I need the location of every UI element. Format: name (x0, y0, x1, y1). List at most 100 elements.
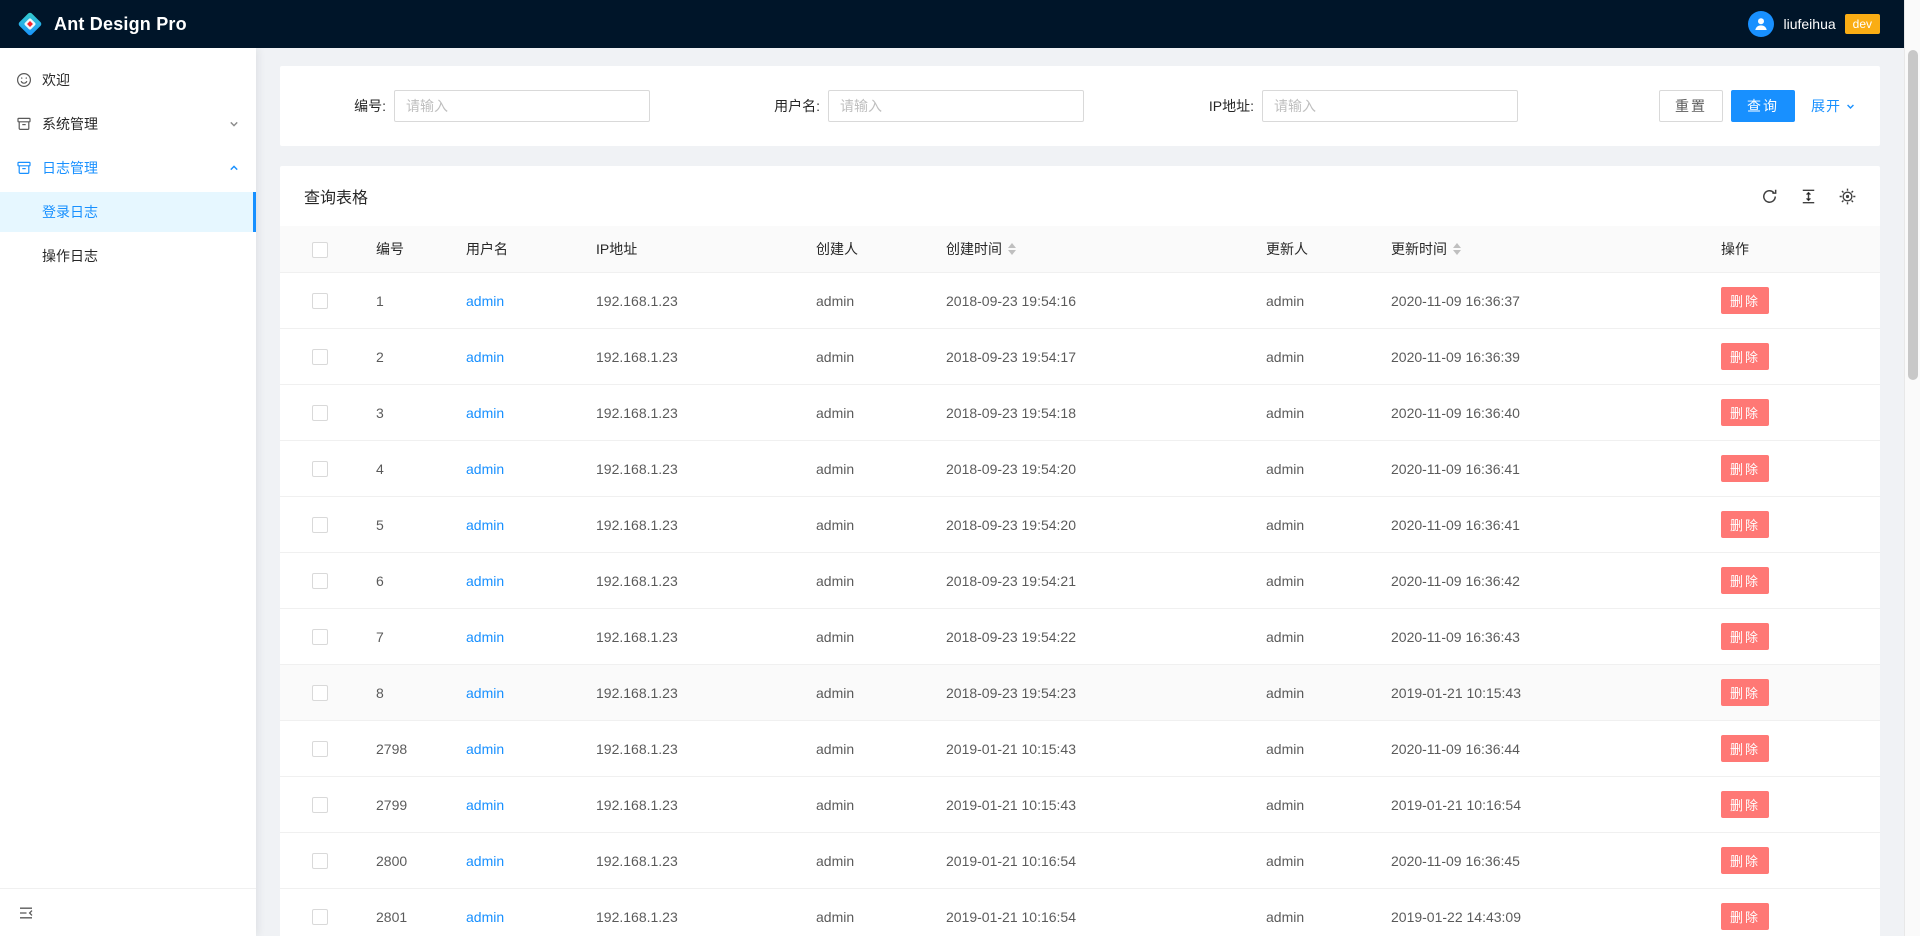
delete-button[interactable]: 删除 (1721, 847, 1769, 874)
column-header-updated[interactable]: 更新时间 (1375, 226, 1705, 273)
menu-label: 操作日志 (42, 246, 98, 266)
username-link[interactable]: admin (466, 797, 504, 813)
cell-id: 7 (360, 609, 450, 665)
search-filter-card: 编号: 用户名: IP地址: 重置 查询 展开 (280, 66, 1880, 146)
sidebar-item-welcome[interactable]: 欢迎 (0, 60, 256, 100)
cell-ip: 192.168.1.23 (580, 721, 800, 777)
main-content: 编号: 用户名: IP地址: 重置 查询 展开 (256, 0, 1920, 936)
box-icon (16, 116, 32, 132)
username-link[interactable]: admin (466, 629, 504, 645)
row-checkbox[interactable] (312, 461, 328, 477)
username-link[interactable]: admin (466, 685, 504, 701)
delete-button[interactable]: 删除 (1721, 343, 1769, 370)
username-link[interactable]: admin (466, 461, 504, 477)
ip-input[interactable] (1262, 90, 1518, 122)
filter-actions: 重置 查询 展开 (1659, 90, 1856, 122)
row-checkbox[interactable] (312, 629, 328, 645)
row-checkbox[interactable] (312, 293, 328, 309)
username-link[interactable]: admin (466, 853, 504, 869)
table-row: 2800admin192.168.1.23admin2019-01-21 10:… (280, 833, 1880, 889)
row-checkbox[interactable] (312, 685, 328, 701)
sidebar-item-system-management[interactable]: 系统管理 (0, 104, 256, 144)
form-item-id: 编号: (304, 90, 738, 122)
sidebar-item-log-management[interactable]: 日志管理 (0, 148, 256, 188)
app-logo-icon (16, 10, 44, 38)
row-checkbox[interactable] (312, 741, 328, 757)
chevron-up-icon (228, 162, 240, 174)
row-checkbox[interactable] (312, 573, 328, 589)
row-checkbox[interactable] (312, 517, 328, 533)
sidebar-item-login-log[interactable]: 登录日志 (0, 192, 256, 232)
cell-ip: 192.168.1.23 (580, 609, 800, 665)
delete-button[interactable]: 删除 (1721, 791, 1769, 818)
user-menu[interactable]: liufeihua dev (1748, 11, 1880, 37)
cell-ip: 192.168.1.23 (580, 329, 800, 385)
username-link[interactable]: admin (466, 741, 504, 757)
cell-updater: admin (1250, 385, 1375, 441)
cell-id: 2801 (360, 889, 450, 936)
table-body: 1admin192.168.1.23admin2018-09-23 19:54:… (280, 273, 1880, 936)
cell-id: 4 (360, 441, 450, 497)
row-checkbox[interactable] (312, 853, 328, 869)
cell-id: 6 (360, 553, 450, 609)
form-item-ip: IP地址: (1172, 90, 1606, 122)
table-row: 4admin192.168.1.23admin2018-09-23 19:54:… (280, 441, 1880, 497)
collapse-sidebar-icon[interactable] (18, 905, 34, 921)
sorter-icon[interactable] (1453, 243, 1461, 255)
app-logo[interactable]: Ant Design Pro (16, 10, 187, 38)
reload-icon[interactable] (1761, 188, 1778, 205)
cell-updated: 2019-01-21 10:15:43 (1375, 665, 1705, 721)
column-header-created[interactable]: 创建时间 (930, 226, 1250, 273)
cell-created: 2019-01-21 10:16:54 (930, 889, 1250, 936)
table-row: 3admin192.168.1.23admin2018-09-23 19:54:… (280, 385, 1880, 441)
cell-updater: admin (1250, 273, 1375, 329)
delete-button[interactable]: 删除 (1721, 679, 1769, 706)
cell-updated: 2020-11-09 16:36:41 (1375, 441, 1705, 497)
table-title: 查询表格 (304, 184, 368, 208)
username-link[interactable]: admin (466, 405, 504, 421)
reset-button[interactable]: 重置 (1659, 90, 1723, 122)
delete-button[interactable]: 删除 (1721, 399, 1769, 426)
scrollbar[interactable] (1904, 0, 1920, 936)
sidebar-item-operation-log[interactable]: 操作日志 (0, 236, 256, 276)
delete-button[interactable]: 删除 (1721, 567, 1769, 594)
row-checkbox[interactable] (312, 349, 328, 365)
row-select-cell (280, 777, 360, 833)
menu-label: 欢迎 (42, 70, 70, 90)
sorter-icon[interactable] (1008, 243, 1016, 255)
delete-button[interactable]: 删除 (1721, 287, 1769, 314)
delete-button[interactable]: 删除 (1721, 903, 1769, 930)
column-height-icon[interactable] (1800, 188, 1817, 205)
username-link[interactable]: admin (466, 349, 504, 365)
table-card: 查询表格 (280, 166, 1880, 936)
delete-button[interactable]: 删除 (1721, 511, 1769, 538)
delete-button[interactable]: 删除 (1721, 623, 1769, 650)
username-link[interactable]: admin (466, 517, 504, 533)
cell-updated: 2020-11-09 16:36:37 (1375, 273, 1705, 329)
settings-icon[interactable] (1839, 188, 1856, 205)
menu-label: 登录日志 (42, 202, 98, 222)
username-link[interactable]: admin (466, 573, 504, 589)
cell-updater: admin (1250, 833, 1375, 889)
cell-updater: admin (1250, 609, 1375, 665)
delete-button[interactable]: 删除 (1721, 735, 1769, 762)
scrollbar-thumb[interactable] (1908, 50, 1918, 380)
select-all-checkbox[interactable] (312, 242, 328, 258)
table-row: 5admin192.168.1.23admin2018-09-23 19:54:… (280, 497, 1880, 553)
avatar[interactable] (1748, 11, 1774, 37)
delete-button[interactable]: 删除 (1721, 455, 1769, 482)
search-button[interactable]: 查询 (1731, 90, 1795, 122)
id-input[interactable] (394, 90, 650, 122)
row-checkbox[interactable] (312, 909, 328, 925)
cell-ip: 192.168.1.23 (580, 665, 800, 721)
cell-action: 删除 (1705, 497, 1880, 553)
table-row: 2admin192.168.1.23admin2018-09-23 19:54:… (280, 329, 1880, 385)
row-checkbox[interactable] (312, 405, 328, 421)
expand-link[interactable]: 展开 (1811, 96, 1856, 116)
cell-action: 删除 (1705, 553, 1880, 609)
username-input[interactable] (828, 90, 1084, 122)
username-link[interactable]: admin (466, 909, 504, 925)
username-link[interactable]: admin (466, 293, 504, 309)
cell-username: admin (450, 441, 580, 497)
row-checkbox[interactable] (312, 797, 328, 813)
